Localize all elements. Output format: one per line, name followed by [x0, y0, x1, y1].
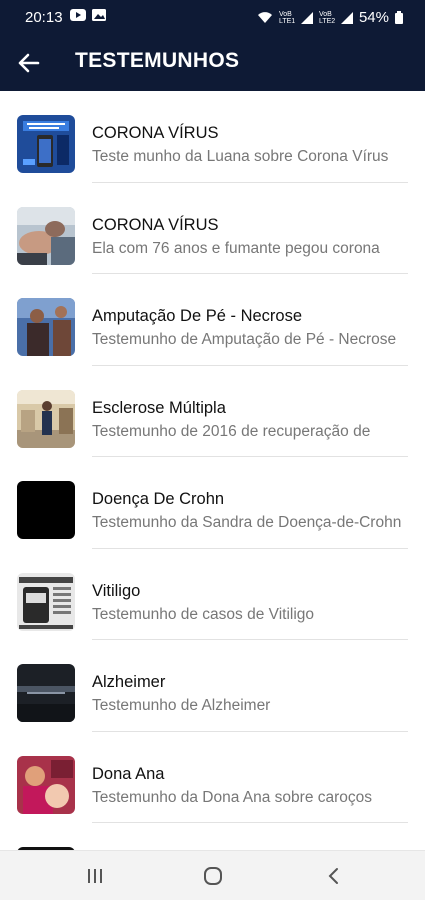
- gallery-icon: [92, 9, 106, 21]
- list-item-partial[interactable]: [0, 823, 425, 851]
- testimonial-list: CORONA VÍRUS Teste munho da Luana sobre …: [0, 91, 425, 851]
- home-button[interactable]: [198, 864, 228, 888]
- page-title: TESTEMUNHOS: [75, 49, 240, 72]
- item-title: CORONA VÍRUS: [92, 124, 219, 142]
- item-subtitle: Testemunho de Alzheimer: [92, 697, 271, 714]
- battery-percent: 54%: [358, 9, 389, 26]
- item-title: Vitiligo: [92, 581, 141, 600]
- network-2-label: VoB LTE2: [318, 10, 336, 25]
- thumbnail-image: [17, 572, 75, 631]
- thumbnail-image: [17, 389, 75, 448]
- status-time: 20:13: [25, 9, 63, 26]
- youtube-icon: [70, 9, 86, 21]
- item-subtitle: Ela com 76 anos e fumante pegou corona: [92, 239, 380, 257]
- item-subtitle: Teste munho da Luana sobre Corona Vírus: [92, 148, 389, 165]
- status-right-icons: VoB LTE1 VoB LTE2 54%: [257, 9, 403, 26]
- signal-1-icon: [300, 11, 313, 24]
- thumbnail-image: [17, 481, 75, 539]
- list-item[interactable]: Dona Ana Testemunho da Dona Ana sobre ca…: [0, 732, 425, 823]
- item-title: Alzheimer: [92, 673, 166, 691]
- wifi-icon: [257, 12, 272, 23]
- thumbnail-image: [17, 755, 75, 814]
- signal-2-icon: [340, 11, 353, 24]
- item-subtitle: Testemunho de 2016 de recuperação de: [92, 422, 371, 440]
- item-title: Esclerose Múltipla: [92, 398, 226, 417]
- item-subtitle: Testemunho de Amputação de Pé - Necrose: [92, 331, 397, 348]
- recent-apps-icon: [88, 869, 102, 883]
- thumbnail-image: [17, 664, 75, 722]
- status-notification-icons: [70, 9, 106, 21]
- item-subtitle: Testemunho da Dona Ana sobre caroços: [92, 788, 373, 806]
- item-title: CORONA VÍRUS: [92, 215, 219, 234]
- item-subtitle: Testemunho de casos de Vitiligo: [92, 605, 315, 623]
- thumbnail-image: [17, 206, 75, 265]
- system-back-button[interactable]: [318, 864, 348, 888]
- home-icon: [204, 867, 222, 885]
- item-title: Doença De Crohn: [92, 490, 225, 508]
- list-item[interactable]: Alzheimer Testemunho de Alzheimer: [0, 640, 425, 732]
- thumbnail-image: [17, 298, 75, 356]
- item-title: Dona Ana: [92, 764, 165, 783]
- back-chevron-icon: [328, 868, 338, 884]
- list-item[interactable]: Esclerose Múltipla Testemunho de 2016 de…: [0, 366, 425, 457]
- list-item[interactable]: Doença De Crohn Testemunho da Sandra de …: [0, 457, 425, 549]
- system-nav-bar: [0, 850, 425, 900]
- recent-apps-button[interactable]: [80, 864, 110, 888]
- list-item[interactable]: Vitiligo Testemunho de casos de Vitiligo: [0, 549, 425, 640]
- list-item[interactable]: CORONA VÍRUS Ela com 76 anos e fumante p…: [0, 183, 425, 274]
- status-bar: 20:13 VoB LTE1 VoB LTE2 54%: [0, 0, 425, 34]
- thumbnail-image: [17, 115, 75, 173]
- arrow-left-icon: [18, 53, 40, 73]
- app-bar: TESTEMUNHOS: [0, 34, 425, 91]
- back-button[interactable]: [14, 48, 44, 78]
- item-subtitle: Testemunho da Sandra de Doença-de-Crohn: [92, 514, 402, 531]
- list-item[interactable]: CORONA VÍRUS Teste munho da Luana sobre …: [0, 91, 425, 183]
- item-title: Amputação De Pé - Necrose: [92, 307, 303, 325]
- battery-icon: [395, 11, 403, 24]
- network-1-label: VoB LTE1: [278, 10, 296, 25]
- list-item[interactable]: Amputação De Pé - Necrose Testemunho de …: [0, 274, 425, 366]
